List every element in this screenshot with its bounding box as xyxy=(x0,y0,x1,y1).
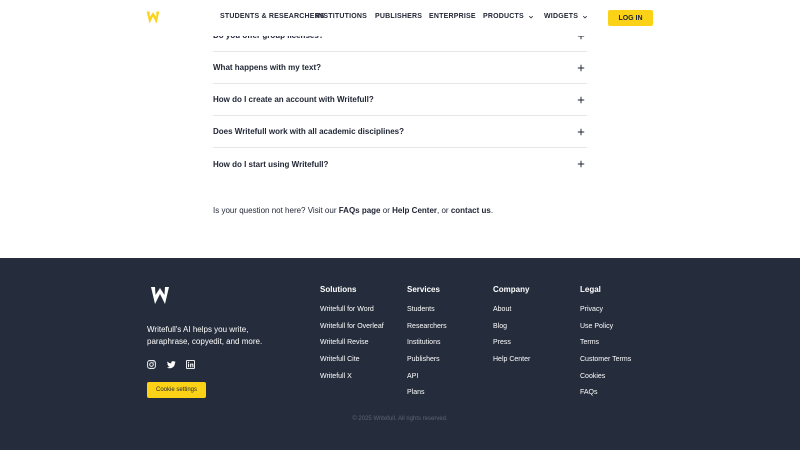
footer-tagline: Writefull's AI helps you write, paraphra… xyxy=(147,325,263,346)
twitter-icon[interactable] xyxy=(167,360,176,369)
footer-link[interactable]: Press xyxy=(493,338,530,355)
footer-column-legal: Legal Privacy Use Policy Terms Customer … xyxy=(580,285,631,405)
footer-column-services: Services Students Researchers Institutio… xyxy=(407,285,447,405)
nav-label: ENTERPRISE xyxy=(429,13,476,20)
footer-link[interactable]: Terms xyxy=(580,338,631,355)
nav-label: WIDGETS xyxy=(544,13,579,20)
nav-enterprise[interactable]: ENTERPRISE xyxy=(429,13,476,20)
footer-link[interactable]: Privacy xyxy=(580,305,631,322)
footer-column-title: Solutions xyxy=(320,285,357,294)
footer-link[interactable]: FAQs xyxy=(580,388,631,405)
contact-us-link[interactable]: contact us xyxy=(451,206,491,215)
footer-column-title: Company xyxy=(493,285,530,294)
plus-icon xyxy=(577,160,585,168)
footer-link[interactable]: Writefull for Word xyxy=(320,305,384,322)
footer-link[interactable]: Writefull for Overleaf xyxy=(320,322,384,339)
nav-students-researchers[interactable]: STUDENTS & RESEARCHERS xyxy=(220,13,325,20)
footer-link[interactable]: Customer Terms xyxy=(580,355,631,372)
site-footer: Writefull's AI helps you write, paraphra… xyxy=(0,258,800,450)
nav-label: PRODUCTS xyxy=(483,13,524,20)
help-or: or xyxy=(382,206,390,215)
footer-link[interactable]: Help Center xyxy=(493,355,530,372)
faq-item[interactable]: How do I create an account with Writeful… xyxy=(213,84,587,116)
nav-label: STUDENTS & RESEARCHERS xyxy=(220,13,325,20)
faq-question: Does Writefull work with all academic di… xyxy=(213,127,405,136)
nav-products[interactable]: PRODUCTS xyxy=(483,13,534,20)
footer-link[interactable]: Use Policy xyxy=(580,322,631,339)
plus-icon xyxy=(577,64,585,71)
footer-link[interactable]: Plans xyxy=(407,388,447,405)
footer-link[interactable]: About xyxy=(493,305,530,322)
faq-question: What happens with my text? xyxy=(213,63,322,72)
footer-link[interactable]: Institutions xyxy=(407,338,447,355)
footer-link[interactable]: Researchers xyxy=(407,322,447,339)
faq-question: How do I create an account with Writeful… xyxy=(213,95,374,104)
footer-link[interactable]: Writefull Cite xyxy=(320,355,384,372)
nav-institutions[interactable]: INSTITUTIONS xyxy=(316,13,367,20)
faq-item[interactable]: What happens with my text? xyxy=(213,52,587,84)
footer-link[interactable]: API xyxy=(407,372,447,389)
chevron-down-icon xyxy=(528,15,533,18)
help-suffix: . xyxy=(490,206,494,215)
footer-column-solutions: Solutions Writefull for Word Writefull f… xyxy=(320,285,384,388)
footer-link[interactable]: Blog xyxy=(493,322,530,339)
copyright-text: © 2025 Writefull. All rights reserved. xyxy=(352,416,448,422)
writefull-logo-icon[interactable] xyxy=(146,10,160,25)
faq-question: How do I start using Writefull? xyxy=(213,159,329,169)
chevron-down-icon xyxy=(583,15,588,18)
help-or: , or xyxy=(437,206,449,215)
footer-link[interactable]: Publishers xyxy=(407,355,447,372)
login-button[interactable]: LOG IN xyxy=(608,10,653,26)
instagram-icon[interactable] xyxy=(147,360,156,369)
help-center-link[interactable]: Help Center xyxy=(392,206,437,215)
plus-icon xyxy=(577,128,585,135)
footer-link[interactable]: Writefull Revise xyxy=(320,338,384,355)
footer-link[interactable]: Cookies xyxy=(580,372,631,389)
footer-link[interactable]: Students xyxy=(407,305,447,322)
nav-label: PUBLISHERS xyxy=(375,13,423,20)
nav-publishers[interactable]: PUBLISHERS xyxy=(375,13,422,20)
footer-column-title: Legal xyxy=(580,285,601,294)
plus-icon xyxy=(577,96,585,103)
faq-item[interactable]: How do I start using Writefull? xyxy=(213,148,587,180)
footer-column-title: Services xyxy=(407,285,440,294)
help-text: Is your question not here? Visit our FAQ… xyxy=(213,206,493,215)
footer-column-company: Company About Blog Press Help Center xyxy=(493,285,530,372)
writefull-logo-icon[interactable] xyxy=(150,285,170,306)
nav-widgets[interactable]: WIDGETS xyxy=(544,13,588,20)
cookie-settings-button[interactable]: Cookie settings xyxy=(147,382,206,398)
footer-link[interactable]: Writefull X xyxy=(320,372,384,389)
site-header: STUDENTS & RESEARCHERS INSTITUTIONS PUBL… xyxy=(0,0,800,36)
help-prefix: Is your question not here? Visit our xyxy=(213,206,337,215)
nav-label: INSTITUTIONS xyxy=(316,13,368,20)
faq-item[interactable]: Does Writefull work with all academic di… xyxy=(213,116,587,148)
linkedin-icon[interactable] xyxy=(186,360,195,369)
faqs-page-link[interactable]: FAQs page xyxy=(339,206,381,215)
